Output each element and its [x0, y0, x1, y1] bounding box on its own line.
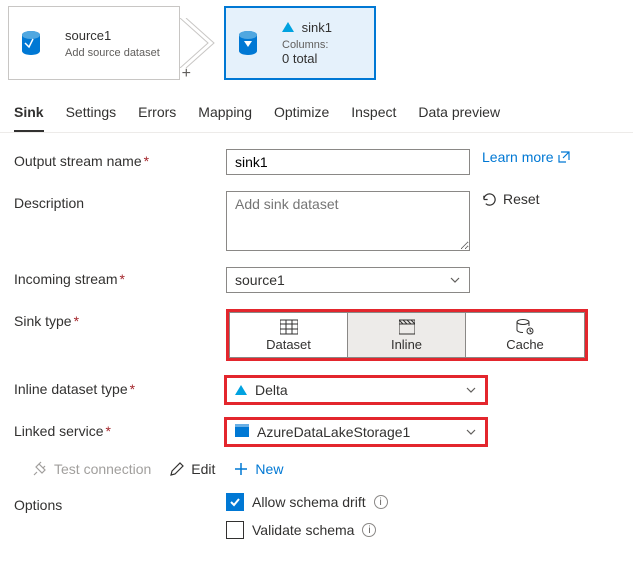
source-title: source1 — [65, 28, 160, 43]
checkbox-icon — [226, 521, 244, 539]
tab-mapping[interactable]: Mapping — [198, 98, 252, 132]
new-button[interactable]: New — [233, 461, 283, 477]
sink-columns-value: 0 total — [282, 51, 332, 66]
test-connection-button: Test connection — [32, 461, 151, 477]
info-icon[interactable]: i — [362, 523, 376, 537]
inline-icon — [399, 319, 415, 335]
storage-icon — [235, 427, 249, 437]
pipeline-canvas: source1 Add source dataset + sink1 Colum… — [0, 0, 633, 90]
delta-icon — [282, 22, 294, 32]
database-icon — [226, 8, 270, 78]
output-stream-input[interactable] — [226, 149, 470, 175]
tab-data-preview[interactable]: Data preview — [418, 98, 500, 132]
sink-form: Output stream name* Learn more Descripti… — [0, 133, 633, 571]
description-label: Description — [14, 191, 226, 211]
tab-errors[interactable]: Errors — [138, 98, 176, 132]
allow-drift-check[interactable]: Allow schema drift i — [226, 493, 388, 511]
external-link-icon — [558, 151, 570, 163]
sink-type-segmented: Dataset Inline Cache — [229, 312, 585, 358]
table-icon — [280, 319, 298, 335]
chevron-down-icon — [465, 384, 477, 396]
incoming-stream-label: Incoming stream* — [14, 267, 226, 287]
sink-type-inline[interactable]: Inline — [348, 313, 466, 357]
checkbox-checked-icon — [226, 493, 244, 511]
plug-icon — [32, 461, 48, 477]
tab-inspect[interactable]: Inspect — [351, 98, 396, 132]
database-icon — [9, 7, 53, 79]
cache-icon — [516, 319, 534, 335]
tab-sink[interactable]: Sink — [14, 98, 44, 132]
output-stream-label: Output stream name* — [14, 149, 226, 169]
chevron-down-icon — [449, 274, 461, 286]
chevron-down-icon — [465, 426, 477, 438]
sink-type-cache[interactable]: Cache — [466, 313, 584, 357]
sink-node[interactable]: sink1 Columns: 0 total — [224, 6, 376, 80]
edit-button[interactable]: Edit — [169, 461, 215, 477]
refresh-icon — [482, 192, 497, 207]
info-icon[interactable]: i — [374, 495, 388, 509]
sink-columns-label: Columns: — [282, 39, 332, 51]
plus-icon[interactable]: + — [182, 65, 191, 83]
options-label: Options — [14, 493, 226, 513]
description-input[interactable] — [226, 191, 470, 251]
tab-bar: Sink Settings Errors Mapping Optimize In… — [0, 90, 633, 133]
validate-schema-check[interactable]: Validate schema i — [226, 521, 388, 539]
tab-settings[interactable]: Settings — [66, 98, 117, 132]
delta-icon — [235, 385, 247, 395]
learn-more-link[interactable]: Learn more — [482, 149, 570, 165]
inline-type-label: Inline dataset type* — [14, 377, 226, 397]
linked-service-label: Linked service* — [14, 419, 226, 439]
linked-service-select[interactable]: AzureDataLakeStorage1 — [226, 419, 486, 445]
plus-icon — [233, 461, 249, 477]
sink-type-dataset[interactable]: Dataset — [230, 313, 348, 357]
pencil-icon — [169, 461, 185, 477]
incoming-stream-select[interactable]: source1 — [226, 267, 470, 293]
sink-type-label: Sink type* — [14, 309, 226, 329]
tab-optimize[interactable]: Optimize — [274, 98, 329, 132]
reset-button[interactable]: Reset — [482, 191, 540, 207]
sink-title: sink1 — [282, 20, 332, 35]
source-subtitle: Add source dataset — [65, 47, 160, 59]
inline-type-select[interactable]: Delta — [226, 377, 486, 403]
source-node[interactable]: source1 Add source dataset + — [8, 6, 180, 80]
